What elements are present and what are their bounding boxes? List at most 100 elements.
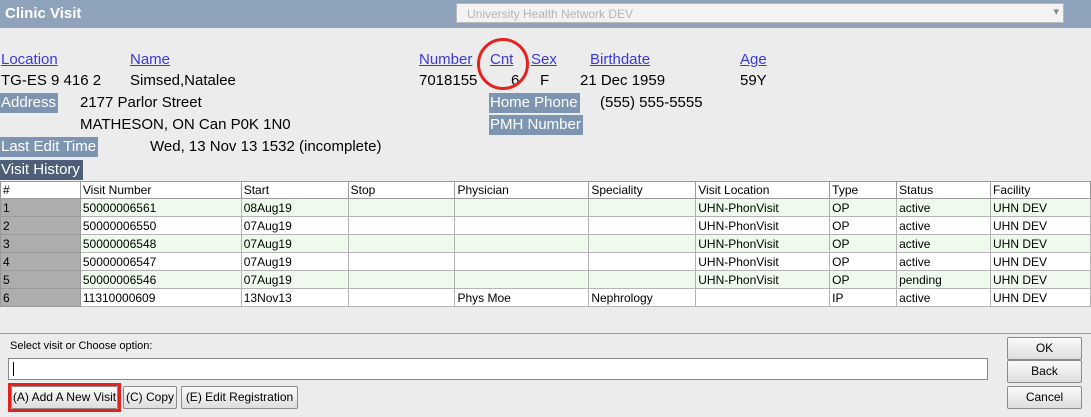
table-cell — [347, 288, 456, 307]
column-header[interactable]: Facility — [989, 181, 1091, 199]
age-label[interactable]: Age — [740, 51, 767, 68]
table-cell: UHN DEV — [989, 288, 1091, 307]
edit-registration-button[interactable]: (E) Edit Registration — [181, 386, 298, 409]
table-cell: active — [896, 198, 991, 217]
table-row[interactable]: 3 50000006548 07Aug19 UHN-PhonVisit OP active… — [0, 234, 1091, 253]
table-cell: UHN-PhonVisit — [695, 234, 831, 253]
table-cell: Nephrology — [588, 288, 697, 307]
table-cell: UHN DEV — [989, 234, 1091, 253]
table-cell: UHN-PhonVisit — [695, 198, 831, 217]
table-cell — [347, 252, 456, 271]
column-header[interactable]: # — [0, 181, 81, 199]
table-cell — [588, 234, 697, 253]
table-cell: UHN-PhonVisit — [695, 270, 831, 289]
table-cell: active — [896, 234, 991, 253]
table-cell: UHN DEV — [989, 198, 1091, 217]
table-cell: 1 — [0, 198, 81, 217]
column-header[interactable]: Stop — [347, 181, 456, 199]
table-cell: active — [896, 252, 991, 271]
visit-history-label: Visit History — [0, 160, 83, 180]
table-cell — [588, 252, 697, 271]
add-new-visit-highlight — [8, 383, 121, 412]
visit-history-table-container[interactable]: # Visit Number Start Stop Physician Specialit… — [0, 181, 1091, 334]
column-header[interactable]: Visit Number — [79, 181, 242, 199]
table-row[interactable]: 2 50000006550 07Aug19 UHN-PhonVisit OP active… — [0, 216, 1091, 235]
table-cell: 50000006547 — [79, 252, 242, 271]
table-row[interactable]: 6 11310000609 13Nov13 Phys Moe Nephrology IP a… — [0, 288, 1091, 307]
home-phone-label: Home Phone — [489, 93, 580, 113]
table-cell — [588, 198, 697, 217]
table-cell: 07Aug19 — [240, 234, 349, 253]
table-row[interactable]: 1 50000006561 08Aug19 UHN-PhonVisit OP active… — [0, 198, 1091, 217]
home-phone-value: (555) 555-5555 — [600, 94, 703, 111]
address-line2: MATHESON, ON Can P0K 1N0 — [80, 116, 291, 133]
table-cell — [454, 234, 590, 253]
last-edit-value: Wed, 13 Nov 13 1532 (incomplete) — [150, 138, 382, 155]
column-header[interactable]: Status — [896, 181, 991, 199]
number-label[interactable]: Number — [419, 51, 472, 68]
environment-select[interactable]: University Health Network DEV ▾ — [456, 3, 1064, 23]
table-cell — [588, 216, 697, 235]
location-label[interactable]: Location — [1, 51, 58, 68]
location-value: TG-ES 9 416 2 — [1, 72, 102, 89]
table-cell: Phys Moe — [454, 288, 590, 307]
age-value: 59Y — [740, 72, 767, 89]
back-button[interactable]: Back — [1007, 360, 1082, 383]
table-cell: OP — [829, 216, 898, 235]
last-edit-label: Last Edit Time — [0, 137, 99, 157]
number-value: 7018155 — [419, 72, 478, 89]
table-cell: 50000006548 — [79, 234, 242, 253]
birthdate-label[interactable]: Birthdate — [590, 51, 650, 68]
table-cell: OP — [829, 252, 898, 271]
column-header[interactable]: Visit Location — [695, 181, 831, 199]
table-cell: UHN-PhonVisit — [695, 252, 831, 271]
sex-label[interactable]: Sex — [531, 51, 557, 68]
table-cell — [695, 288, 831, 307]
pmh-number-label: PMH Number — [489, 115, 583, 135]
address-line1: 2177 Parlor Street — [80, 94, 202, 111]
cancel-button[interactable]: Cancel — [1007, 386, 1082, 409]
command-input[interactable] — [8, 358, 988, 380]
chevron-down-icon[interactable]: ▾ — [1053, 5, 1059, 18]
copy-button[interactable]: (C) Copy — [123, 386, 177, 409]
table-cell: 07Aug19 — [240, 252, 349, 271]
table-cell: 13Nov13 — [240, 288, 349, 307]
table-cell: active — [896, 288, 991, 307]
table-cell: 6 — [0, 288, 81, 307]
environment-value: University Health Network DEV — [467, 7, 634, 21]
name-value: Simsed,Natalee — [130, 72, 236, 89]
table-cell: 4 — [0, 252, 81, 271]
column-header[interactable]: Type — [829, 181, 898, 199]
table-header-row: # Visit Number Start Stop Physician Specialit… — [0, 181, 1091, 199]
column-header[interactable]: Physician — [454, 181, 590, 199]
table-row[interactable]: 5 50000006546 07Aug19 UHN-PhonVisit OP pendin… — [0, 270, 1091, 289]
ok-button[interactable]: OK — [1007, 337, 1082, 360]
table-row[interactable]: 4 50000006547 07Aug19 UHN-PhonVisit OP active… — [0, 252, 1091, 271]
table-cell: OP — [829, 198, 898, 217]
column-header[interactable]: Speciality — [588, 181, 697, 199]
visit-history-table: # Visit Number Start Stop Physician Specialit… — [0, 181, 1091, 307]
text-caret — [13, 362, 14, 376]
table-cell — [454, 270, 590, 289]
table-body: 1 50000006561 08Aug19 UHN-PhonVisit OP active… — [0, 198, 1091, 307]
table-cell: 50000006550 — [79, 216, 242, 235]
table-cell: active — [896, 216, 991, 235]
table-cell: IP — [829, 288, 898, 307]
table-cell: pending — [896, 270, 991, 289]
table-cell: 5 — [0, 270, 81, 289]
table-cell: 2 — [0, 216, 81, 235]
window-title: Clinic Visit — [5, 5, 82, 22]
column-header[interactable]: Start — [240, 181, 349, 199]
sex-value: F — [540, 72, 550, 89]
table-cell: UHN DEV — [989, 216, 1091, 235]
table-cell: OP — [829, 270, 898, 289]
table-cell — [454, 216, 590, 235]
table-cell: UHN DEV — [989, 270, 1091, 289]
address-label: Address — [0, 93, 59, 113]
command-prompt: Select visit or Choose option: — [10, 340, 153, 352]
name-label[interactable]: Name — [130, 51, 170, 68]
table-cell: UHN DEV — [989, 252, 1091, 271]
table-cell: UHN-PhonVisit — [695, 216, 831, 235]
birthdate-value: 21 Dec 1959 — [580, 72, 666, 89]
table-cell — [347, 216, 456, 235]
